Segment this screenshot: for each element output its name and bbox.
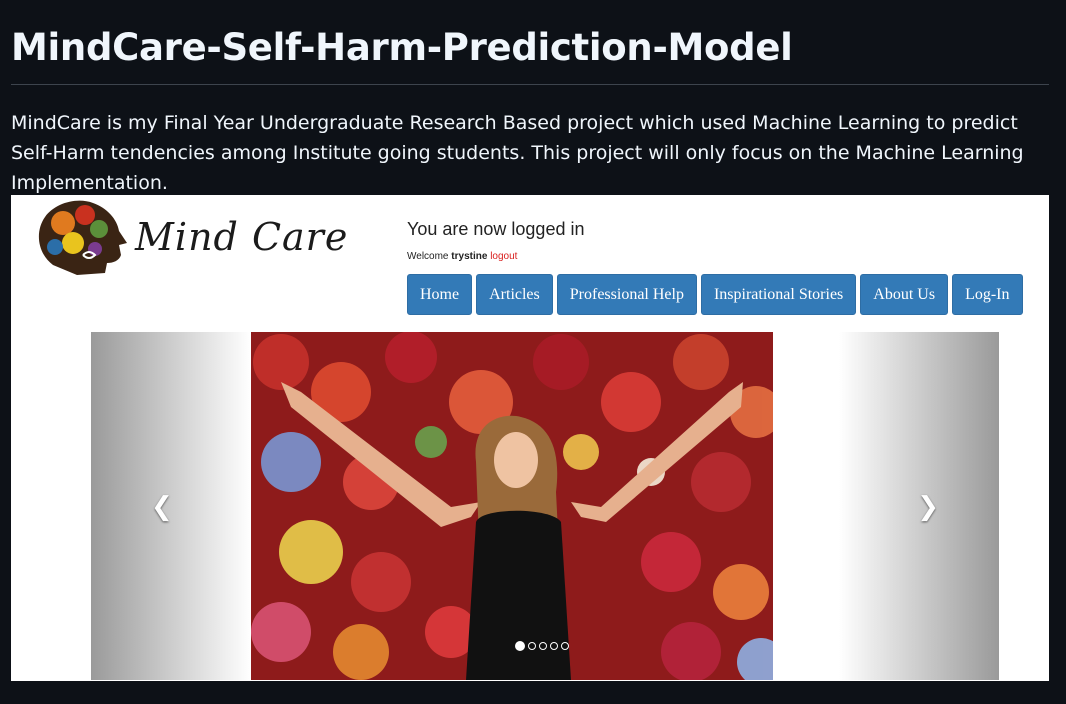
main-nav: Home Articles Professional Help Inspirat… [407,274,1023,315]
carousel-indicator-4[interactable] [550,642,558,650]
project-description: MindCare is my Final Year Undergraduate … [11,112,1024,194]
nav-inspirational-stories-button[interactable]: Inspirational Stories [700,274,857,315]
carousel-indicator-1[interactable] [515,641,525,651]
title-divider [11,84,1049,85]
carousel-indicators [515,641,569,651]
username: trystine [451,251,488,262]
carousel-next-button[interactable]: ❯ [839,332,999,680]
carousel-indicator-3[interactable] [539,642,547,650]
welcome-label: Welcome [407,251,449,262]
logo-text: Mind Care [135,215,349,259]
login-status: You are now logged in [407,219,585,239]
carousel-indicator-5[interactable] [561,642,569,650]
logout-link[interactable]: logout [490,251,517,262]
nav-home-button[interactable]: Home [407,274,473,315]
carousel-slide-image [251,332,773,680]
carousel-prev-button[interactable]: ❮ [91,332,251,680]
logo-head-icon [38,200,127,275]
page-title: MindCare-Self-Harm-Prediction-Model [11,26,793,69]
welcome-line: Welcome trystine logout [407,251,517,262]
nav-login-button[interactable]: Log-In [952,274,1023,315]
chevron-right-icon: ❯ [917,492,939,522]
carousel-indicator-2[interactable] [528,642,536,650]
nav-articles-button[interactable]: Articles [476,274,553,315]
chevron-left-icon: ❮ [151,492,173,522]
website-screenshot: Mind Care You are now logged in Welcome … [11,195,1049,681]
nav-about-us-button[interactable]: About Us [860,274,949,315]
image-carousel: ❮ ❯ [91,332,999,680]
nav-professional-help-button[interactable]: Professional Help [556,274,697,315]
